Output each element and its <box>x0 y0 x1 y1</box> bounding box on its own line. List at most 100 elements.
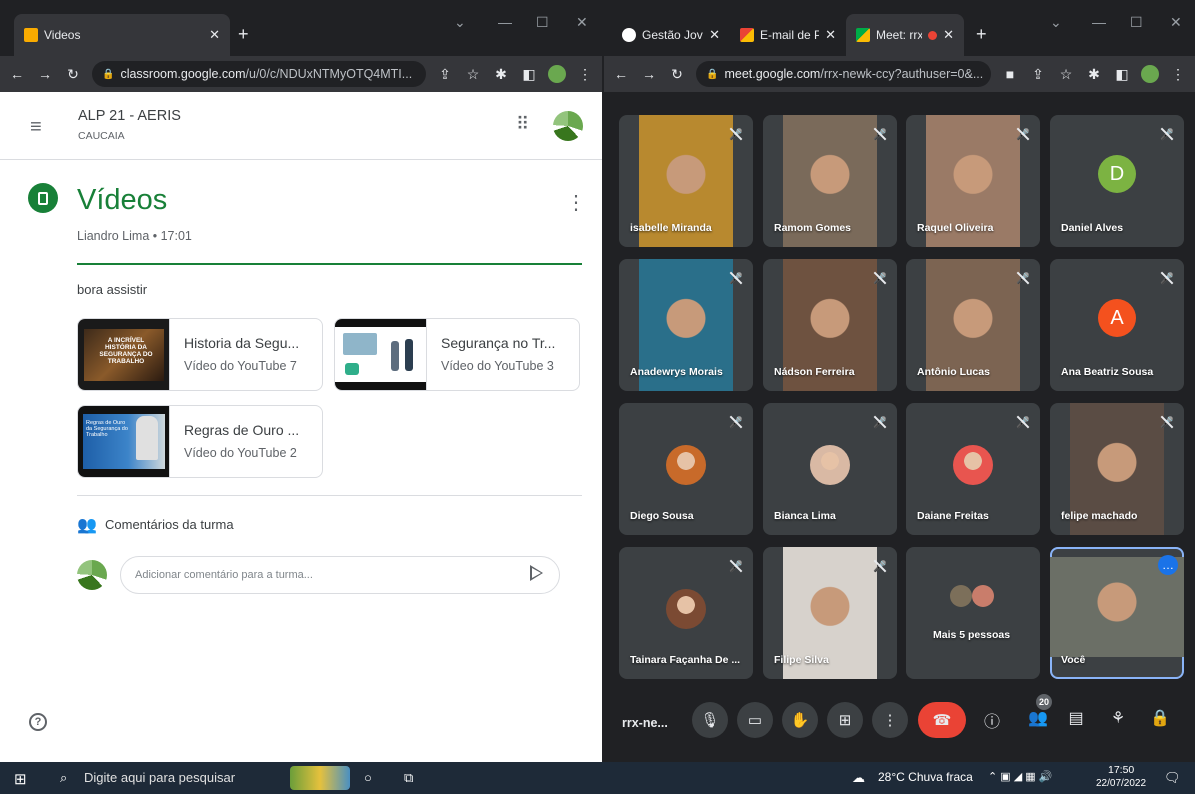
forward-arrow-icon[interactable]: → <box>640 65 658 83</box>
extensions-icon[interactable]: ✱ <box>492 65 510 83</box>
apps-grid-icon[interactable]: ⠿ <box>516 114 529 135</box>
help-icon[interactable]: ? <box>29 713 47 731</box>
participant-tile[interactable]: 🎤 isabelle Miranda <box>619 115 753 247</box>
info-icon[interactable]: ⓘ <box>980 708 1004 732</box>
tab-gestao-jovem[interactable]: Gestão Jovem ✕ <box>612 14 730 56</box>
participant-tile[interactable]: 🎤 Raquel Oliveira <box>906 115 1040 247</box>
participant-name: Raquel Oliveira <box>917 222 994 234</box>
participant-initial-avatar: A <box>1098 299 1136 337</box>
account-avatar[interactable] <box>553 111 583 141</box>
search-icon[interactable]: ⌕ <box>60 770 67 786</box>
participant-tile[interactable]: Mais 5 pessoas <box>906 547 1040 679</box>
leave-call-button[interactable]: ☎ <box>918 702 966 738</box>
reload-icon[interactable]: ↻ <box>64 65 82 83</box>
activities-icon[interactable]: ⚘ <box>1106 708 1130 728</box>
close-window-button[interactable]: ✕ <box>1170 14 1182 31</box>
participant-tile[interactable]: D 🎤 Daniel Alves <box>1050 115 1184 247</box>
menu-kebab-icon[interactable]: ⋮ <box>576 65 594 83</box>
close-tab-icon[interactable]: ✕ <box>209 27 220 43</box>
hamburger-menu-icon[interactable]: ≡ <box>30 116 42 139</box>
tray-icons[interactable]: ⌃ ▣ ◢ ▦ 🔊 <box>988 770 1052 783</box>
attachment-title: Segurança no Tr... <box>441 335 556 351</box>
new-tab-button[interactable]: + <box>976 24 987 45</box>
reload-icon[interactable]: ↻ <box>668 65 686 83</box>
classroom-icon <box>24 28 38 42</box>
chat-icon[interactable]: ▤ <box>1064 708 1088 728</box>
host-controls-icon[interactable]: 🔒 <box>1148 708 1172 728</box>
close-window-button[interactable]: ✕ <box>576 14 588 31</box>
profile-icon[interactable] <box>548 65 566 83</box>
url-field[interactable]: 🔒 classroom.google.com/u/0/c/NDUxNTMyOTQ… <box>92 61 426 87</box>
mic-off-icon: 🎤 <box>873 560 887 573</box>
clock-time[interactable]: 17:50 <box>1108 764 1134 776</box>
present-screen-button[interactable]: ⊞ <box>827 702 863 738</box>
user-avatar <box>77 560 107 590</box>
course-title[interactable]: ALP 21 - AERIS <box>78 108 181 124</box>
tab-meet[interactable]: Meet: rrx ✕ <box>846 14 964 56</box>
maximize-button[interactable]: ☐ <box>536 14 549 31</box>
tab-videos[interactable]: Videos ✕ <box>14 14 230 56</box>
url-field[interactable]: 🔒 meet.google.com/rrx-newk-ccy?authuser=… <box>696 61 991 87</box>
star-icon[interactable]: ☆ <box>1057 65 1075 83</box>
camera-indicator-icon[interactable]: ■ <box>1001 65 1019 83</box>
new-tab-button[interactable]: + <box>238 24 249 45</box>
back-arrow-icon[interactable]: ← <box>8 65 26 83</box>
tab-title: Meet: rrx <box>876 28 923 42</box>
chevron-down-icon[interactable]: ⌄ <box>1050 14 1062 31</box>
windows-start-icon[interactable]: ⊞ <box>14 770 27 788</box>
cortana-icon[interactable]: ○ <box>364 770 372 785</box>
comment-input[interactable]: Adicionar comentário para a turma... <box>120 556 560 594</box>
send-icon[interactable] <box>530 565 543 581</box>
close-tab-icon[interactable]: ✕ <box>709 27 720 43</box>
forward-arrow-icon[interactable]: → <box>36 65 54 83</box>
weather-text[interactable]: 28°C Chuva fraca <box>878 770 973 784</box>
class-comments-label[interactable]: Comentários da turma <box>105 517 234 532</box>
share-icon[interactable]: ⇪ <box>1029 65 1047 83</box>
extensions-icon[interactable]: ✱ <box>1085 65 1103 83</box>
attachment-card[interactable]: A INCRÍVEL HISTÓRIA DA SEGURANÇA DO TRAB… <box>77 318 323 391</box>
participant-tile[interactable]: 🎤 Antônio Lucas <box>906 259 1040 391</box>
share-icon[interactable]: ⇪ <box>436 65 454 83</box>
more-options-button[interactable]: ⋮ <box>872 702 908 738</box>
participant-tile[interactable]: 🎤 felipe machado <box>1050 403 1184 535</box>
attachment-title: Historia da Segu... <box>184 335 300 351</box>
notification-icon[interactable]: 🗨 <box>1164 770 1181 786</box>
close-tab-icon[interactable]: ✕ <box>943 27 954 43</box>
back-arrow-icon[interactable]: ← <box>612 65 630 83</box>
post-options-icon[interactable]: ⋮ <box>566 190 586 215</box>
attachment-card[interactable]: Regras de Ouro da Segurança do Trabalho … <box>77 405 323 478</box>
star-icon[interactable]: ☆ <box>464 65 482 83</box>
profile-icon[interactable] <box>1141 65 1159 83</box>
attachment-card[interactable]: Segurança no Tr... Vídeo do YouTube 3 <box>334 318 580 391</box>
mic-off-icon: 🎤 <box>1016 272 1030 285</box>
chevron-down-icon[interactable]: ⌄ <box>454 14 466 31</box>
participant-tile[interactable]: 🎤 Nádson Ferreira <box>763 259 897 391</box>
participant-tile[interactable]: 🎤 Tainara Façanha De ... <box>619 547 753 679</box>
minimize-button[interactable]: — <box>1092 14 1106 30</box>
clock-date[interactable]: 22/07/2022 <box>1096 778 1146 789</box>
close-tab-icon[interactable]: ✕ <box>825 27 836 43</box>
taskbar-search[interactable]: Digite aqui para pesquisar <box>84 770 235 785</box>
tab-email[interactable]: E-mail de Po ✕ <box>730 14 846 56</box>
participant-tile[interactable]: 🎤 Daiane Freitas <box>906 403 1040 535</box>
sidepanel-icon[interactable]: ◧ <box>520 65 538 83</box>
maximize-button[interactable]: ☐ <box>1130 14 1143 31</box>
participant-tile[interactable]: … Você <box>1050 547 1184 679</box>
participant-name: Daniel Alves <box>1061 222 1124 234</box>
microphone-button[interactable]: 🎙 <box>692 702 728 738</box>
participant-tile[interactable]: A 🎤 Ana Beatriz Sousa <box>1050 259 1184 391</box>
participant-name: Nádson Ferreira <box>774 366 855 378</box>
participant-tile[interactable]: 🎤 Anadewrys Morais <box>619 259 753 391</box>
task-view-icon[interactable]: ⧉ <box>404 770 413 786</box>
minimize-button[interactable]: — <box>498 14 512 30</box>
tile-options-icon[interactable]: … <box>1158 555 1178 575</box>
camera-button[interactable]: ▭ <box>737 702 773 738</box>
participant-tile[interactable]: 🎤 Bianca Lima <box>763 403 897 535</box>
people-icon[interactable]: 👥 <box>1026 708 1050 728</box>
sidepanel-icon[interactable]: ◧ <box>1113 65 1131 83</box>
participant-tile[interactable]: 🎤 Ramom Gomes <box>763 115 897 247</box>
menu-kebab-icon[interactable]: ⋮ <box>1169 65 1187 83</box>
raise-hand-button[interactable]: ✋ <box>782 702 818 738</box>
participant-tile[interactable]: 🎤 Diego Sousa <box>619 403 753 535</box>
participant-tile[interactable]: 🎤 Filipe Silva <box>763 547 897 679</box>
